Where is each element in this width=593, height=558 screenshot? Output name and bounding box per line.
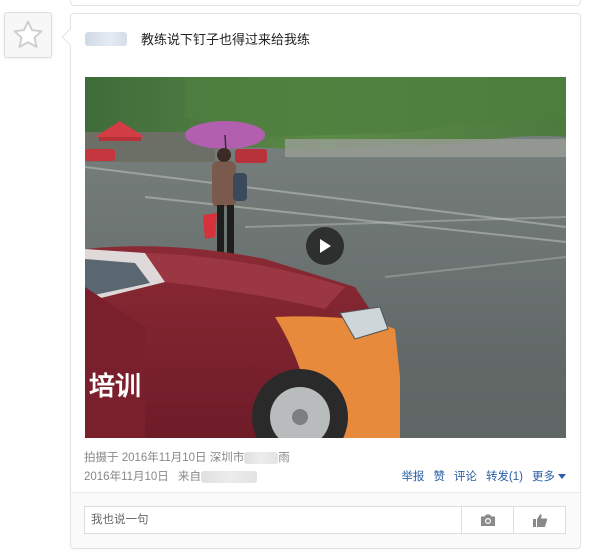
source-prefix: 来自 [178,471,202,483]
post-info: 2016年11月10日 来自 [84,468,258,484]
like-button[interactable] [513,507,565,533]
thumbs-up-icon [532,513,547,527]
play-icon [320,239,331,253]
camera-icon [480,514,495,526]
video-player[interactable]: 培训 [85,77,566,438]
more-label: 更多 [532,471,555,483]
car-lettering: 培训 [89,372,141,402]
more-menu[interactable]: 更多 [532,468,566,484]
play-button[interactable] [306,227,344,265]
avatar[interactable] [4,12,52,58]
report-link[interactable]: 举报 [401,468,424,484]
photo-button[interactable] [461,507,513,533]
source-redacted[interactable] [201,470,258,483]
like-link[interactable]: 赞 [433,468,445,484]
shot-city: 深圳市 [209,452,245,464]
previous-card-edge [70,0,581,6]
post-date[interactable]: 2016年11月10日 [84,471,169,483]
share-link[interactable]: 转发(1) [486,468,523,484]
post-card: 教练说下钉子也得过来给我练 培训 拍摄于 2016年11月10日 深圳市 雨 2… [61,13,581,549]
action-bar: 举报 赞 评论 转发(1) 更多 [401,468,566,484]
comment-box [84,506,566,534]
shot-date: 2016年11月10日 [121,452,207,464]
star-icon [13,20,43,48]
caret-down-icon [558,474,566,480]
weather-label: 雨 [278,452,290,464]
location-redacted [244,451,279,464]
author-name-redacted[interactable] [85,31,127,46]
shot-prefix: 拍摄于 [84,452,119,464]
comment-section [71,492,580,548]
shot-info: 拍摄于 2016年11月10日 深圳市 雨 [84,449,290,465]
comment-input[interactable] [85,507,461,533]
post-text: 教练说下钉子也得过来给我练 [141,32,311,47]
comment-link[interactable]: 评论 [454,468,477,484]
card-pointer [61,28,79,46]
post-header: 教练说下钉子也得过来给我练 [85,29,310,48]
